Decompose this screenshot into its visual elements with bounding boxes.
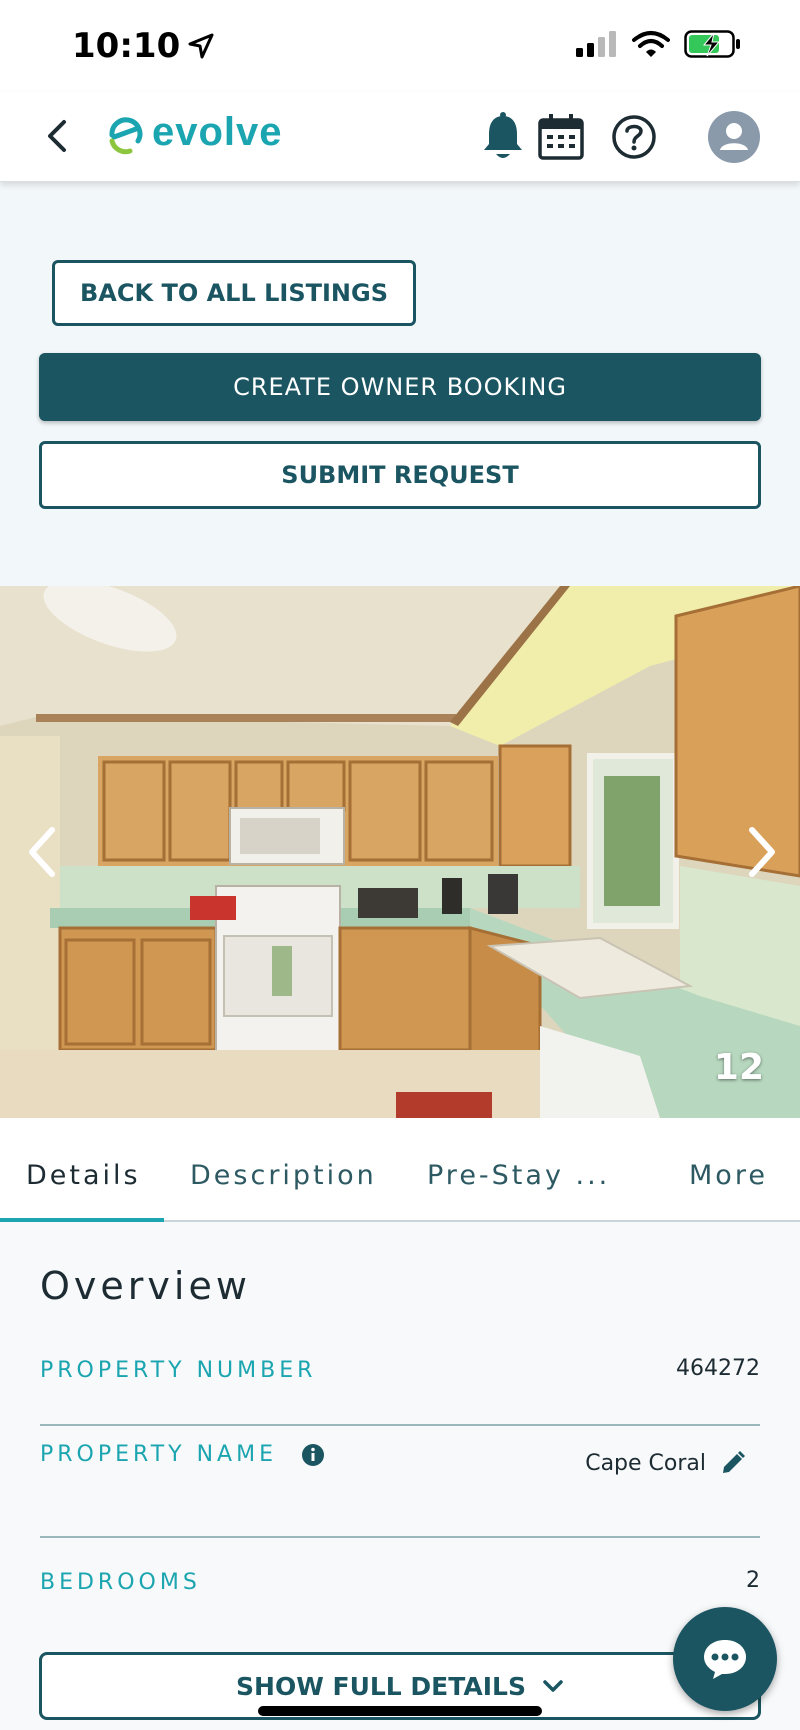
bedrooms-label: BEDROOMS — [40, 1570, 201, 1595]
battery-charging-icon — [684, 30, 740, 58]
chevron-down-icon — [543, 1680, 563, 1692]
notifications-bell-icon[interactable] — [478, 110, 528, 164]
app-header: evolve — [0, 92, 800, 182]
avatar-icon[interactable] — [706, 110, 762, 164]
status-bar: 10:10 — [0, 0, 800, 92]
detail-tabs: Details Description Pre-Stay ... More — [0, 1118, 800, 1222]
property-name-label-group: PROPERTY NAME — [40, 1442, 325, 1467]
evolve-logo[interactable]: evolve — [106, 110, 283, 155]
back-icon[interactable] — [38, 116, 78, 156]
show-full-details-label: SHOW FULL DETAILS — [236, 1671, 526, 1701]
submit-request-button[interactable]: SUBMIT REQUEST — [39, 441, 761, 509]
chat-bubble-icon — [704, 1640, 746, 1679]
photo-count: 12 — [713, 1047, 764, 1088]
property-number-row: PROPERTY NUMBER 464272 — [40, 1342, 760, 1426]
property-number-value: 464272 — [676, 1356, 760, 1381]
clock-text: 10:10 — [72, 26, 181, 66]
bedrooms-text: 2 — [746, 1568, 760, 1593]
kitchen-photo-image — [0, 586, 800, 1118]
status-icons — [576, 30, 742, 58]
tab-details[interactable]: Details — [26, 1160, 141, 1191]
edit-pencil-icon[interactable] — [720, 1450, 746, 1476]
photo-prev-icon[interactable] — [18, 822, 68, 882]
property-number-text: 464272 — [676, 1356, 760, 1381]
property-name-text: Cape Coral — [585, 1450, 706, 1476]
create-owner-booking-button[interactable]: CREATE OWNER BOOKING — [39, 353, 761, 421]
property-name-row: PROPERTY NAME Cape Coral — [40, 1426, 760, 1538]
bedrooms-row: BEDROOMS 2 — [40, 1538, 760, 1634]
calendar-icon[interactable] — [536, 110, 586, 164]
photo-next-icon[interactable] — [736, 822, 786, 882]
overview-title: Overview — [40, 1264, 251, 1308]
status-time: 10:10 — [72, 26, 214, 66]
back-to-all-listings-button[interactable]: BACK TO ALL LISTINGS — [52, 260, 416, 326]
tab-more[interactable]: More — [689, 1160, 768, 1191]
action-area: BACK TO ALL LISTINGS CREATE OWNER BOOKIN… — [0, 182, 800, 586]
help-icon[interactable] — [609, 110, 659, 164]
tab-description[interactable]: Description — [190, 1160, 377, 1191]
bedrooms-value: 2 — [746, 1568, 760, 1593]
tab-pre-stay[interactable]: Pre-Stay ... — [427, 1160, 610, 1191]
location-arrow-icon — [188, 33, 214, 59]
home-indicator — [258, 1706, 542, 1716]
cellular-signal-icon — [576, 31, 616, 57]
chat-button[interactable] — [673, 1607, 777, 1711]
property-number-label: PROPERTY NUMBER — [40, 1358, 317, 1383]
property-name-label: PROPERTY NAME — [40, 1442, 277, 1467]
info-icon[interactable] — [301, 1443, 325, 1467]
wifi-icon — [632, 31, 670, 57]
property-name-value: Cape Coral — [585, 1450, 746, 1476]
logo-text: evolve — [152, 110, 283, 154]
evolve-logo-mark-icon — [109, 116, 143, 154]
property-photo[interactable]: 12 — [0, 586, 800, 1118]
